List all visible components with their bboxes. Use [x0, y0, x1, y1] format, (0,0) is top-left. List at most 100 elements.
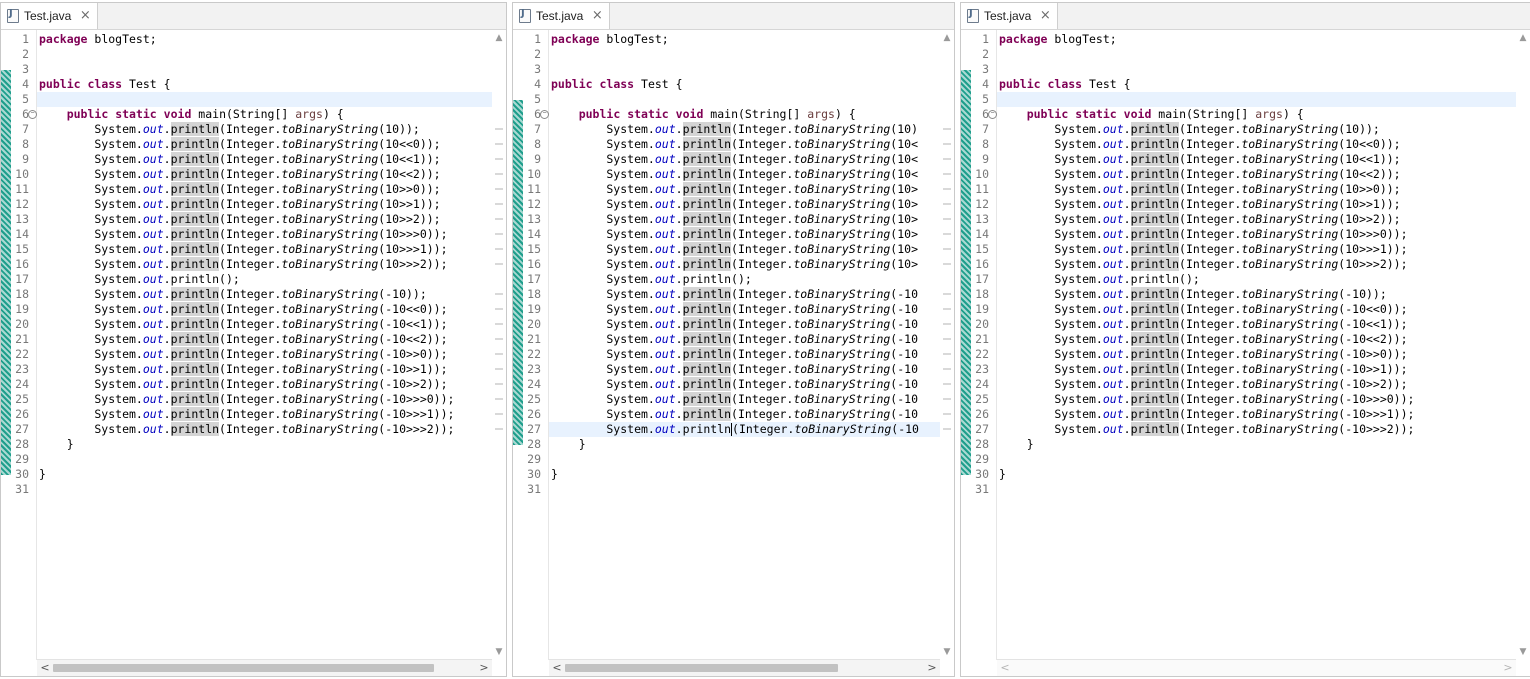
- code-line: System.out.println(Integer.toBinaryStrin…: [39, 332, 448, 346]
- occurrence-marker[interactable]: [495, 158, 503, 160]
- overview-ruler[interactable]: ▲ ▼: [1516, 30, 1530, 660]
- editor-tab[interactable]: Test.java ×: [1, 3, 99, 29]
- occurrence-marker[interactable]: [943, 353, 951, 355]
- code-line: System.out.println(Integer.toBinaryStrin…: [551, 212, 918, 226]
- editor-tab[interactable]: Test.java ×: [961, 3, 1059, 29]
- occurrence-marker[interactable]: [943, 293, 951, 295]
- occurrence-marker[interactable]: [943, 368, 951, 370]
- code-area[interactable]: package blogTest; public class Test { pub…: [997, 30, 1516, 660]
- code-editor[interactable]: 1 2 3 4 5 6−7 8 9 10 11 12 13 14 15 16 17 18 19 20 21 22 23 24…: [513, 30, 954, 660]
- horizontal-scrollbar[interactable]: < >: [549, 659, 940, 676]
- occurrence-marker[interactable]: [495, 143, 503, 145]
- occurrence-marker[interactable]: [943, 338, 951, 340]
- line-number: 19: [975, 302, 989, 316]
- occurrence-marker[interactable]: [495, 173, 503, 175]
- occurrence-marker[interactable]: [495, 338, 503, 340]
- occurrence-marker[interactable]: [943, 413, 951, 415]
- code-line: System.out.println(Integer.toBinaryStrin…: [39, 197, 441, 211]
- occurrence-marker[interactable]: [943, 128, 951, 130]
- code-line: System.out.println(Integer.toBinaryStrin…: [39, 122, 420, 136]
- line-number: 3: [534, 62, 541, 76]
- occurrence-marker[interactable]: [943, 203, 951, 205]
- horizontal-scroll-thumb[interactable]: [565, 664, 838, 672]
- occurrence-marker[interactable]: [495, 383, 503, 385]
- line-number: 3: [22, 62, 29, 76]
- line-number: 13: [975, 212, 989, 226]
- occurrence-marker[interactable]: [943, 173, 951, 175]
- occurrence-marker[interactable]: [495, 263, 503, 265]
- occurrence-marker[interactable]: [495, 308, 503, 310]
- occurrence-marker[interactable]: [495, 188, 503, 190]
- occurrence-marker[interactable]: [495, 233, 503, 235]
- occurrence-marker[interactable]: [943, 188, 951, 190]
- overview-ruler[interactable]: ▲ ▼: [940, 30, 954, 660]
- occurrence-marker[interactable]: [943, 428, 951, 430]
- code-area[interactable]: package blogTest; public class Test { pub…: [549, 30, 940, 660]
- code-area[interactable]: package blogTest; public class Test { pub…: [37, 30, 492, 660]
- editor-tab[interactable]: Test.java ×: [513, 3, 611, 29]
- occurrence-marker[interactable]: [943, 308, 951, 310]
- occurrence-marker[interactable]: [495, 128, 503, 130]
- occurrence-marker[interactable]: [943, 383, 951, 385]
- occurrence-marker[interactable]: [943, 233, 951, 235]
- close-icon[interactable]: ×: [79, 9, 91, 22]
- line-number: 4: [22, 77, 29, 91]
- occurrence-marker[interactable]: [943, 218, 951, 220]
- occurrence-marker[interactable]: [943, 248, 951, 250]
- scroll-left-icon[interactable]: <: [39, 662, 51, 674]
- line-number: 9: [534, 152, 541, 166]
- occurrence-marker[interactable]: [495, 413, 503, 415]
- scroll-down-icon[interactable]: ▼: [942, 647, 952, 657]
- code-line: System.out.println(Integer.toBinaryStrin…: [999, 317, 1408, 331]
- line-number: 25: [527, 392, 541, 406]
- scroll-up-icon[interactable]: ▲: [494, 33, 504, 43]
- scroll-right-icon[interactable]: >: [926, 662, 938, 674]
- code-line: System.out.println(Integer.toBinaryStrin…: [39, 392, 455, 406]
- occurrence-marker[interactable]: [495, 323, 503, 325]
- occurrence-marker[interactable]: [943, 323, 951, 325]
- scroll-left-icon[interactable]: <: [551, 662, 563, 674]
- occurrence-marker[interactable]: [495, 368, 503, 370]
- occurrence-marker[interactable]: [495, 248, 503, 250]
- line-number: 2: [22, 47, 29, 61]
- code-line: System.out.println(Integer.toBinaryStrin…: [999, 407, 1415, 421]
- occurrence-marker[interactable]: [943, 263, 951, 265]
- tab-bar: Test.java ×: [513, 3, 954, 30]
- line-number: 19: [15, 302, 29, 316]
- close-icon[interactable]: ×: [591, 9, 603, 22]
- fold-toggle-icon[interactable]: −: [540, 110, 549, 119]
- scroll-up-icon[interactable]: ▲: [1518, 33, 1528, 43]
- line-number: 10: [15, 167, 29, 181]
- line-number: 31: [975, 482, 989, 496]
- occurrence-marker[interactable]: [495, 293, 503, 295]
- scroll-down-icon[interactable]: ▼: [494, 647, 504, 657]
- code-editor[interactable]: 1 2 3 4 5 6−7 8 9 10 11 12 13 14 15 16 17 18 19 20 21 22 23 24…: [1, 30, 506, 660]
- line-number: 18: [527, 287, 541, 301]
- overview-ruler[interactable]: ▲ ▼: [492, 30, 506, 660]
- occurrence-marker[interactable]: [943, 398, 951, 400]
- code-line: System.out.println(Integer.toBinaryStrin…: [39, 182, 441, 196]
- line-number: 2: [982, 47, 989, 61]
- horizontal-scrollbar[interactable]: < >: [997, 659, 1516, 676]
- tab-label: Test.java: [984, 9, 1032, 23]
- scroll-down-icon[interactable]: ▼: [1518, 647, 1528, 657]
- occurrence-marker[interactable]: [495, 428, 503, 430]
- scroll-right-icon[interactable]: >: [478, 662, 490, 674]
- occurrence-marker[interactable]: [495, 353, 503, 355]
- close-icon[interactable]: ×: [1039, 9, 1051, 22]
- scroll-right-icon[interactable]: >: [1502, 662, 1514, 674]
- scroll-left-icon[interactable]: <: [999, 662, 1011, 674]
- horizontal-scroll-thumb[interactable]: [53, 664, 434, 672]
- occurrence-marker[interactable]: [943, 158, 951, 160]
- horizontal-scrollbar[interactable]: < >: [37, 659, 492, 676]
- line-number: 24: [975, 377, 989, 391]
- code-editor[interactable]: 1 2 3 4 5 6−7 8 9 10 11 12 13 14 15 16 17 18 19 20 21 22 23 24…: [961, 30, 1530, 660]
- scroll-up-icon[interactable]: ▲: [942, 33, 952, 43]
- occurrence-marker[interactable]: [495, 203, 503, 205]
- fold-toggle-icon[interactable]: −: [28, 110, 37, 119]
- occurrence-marker[interactable]: [495, 398, 503, 400]
- line-number: 19: [527, 302, 541, 316]
- occurrence-marker[interactable]: [943, 143, 951, 145]
- fold-toggle-icon[interactable]: −: [988, 110, 997, 119]
- occurrence-marker[interactable]: [495, 218, 503, 220]
